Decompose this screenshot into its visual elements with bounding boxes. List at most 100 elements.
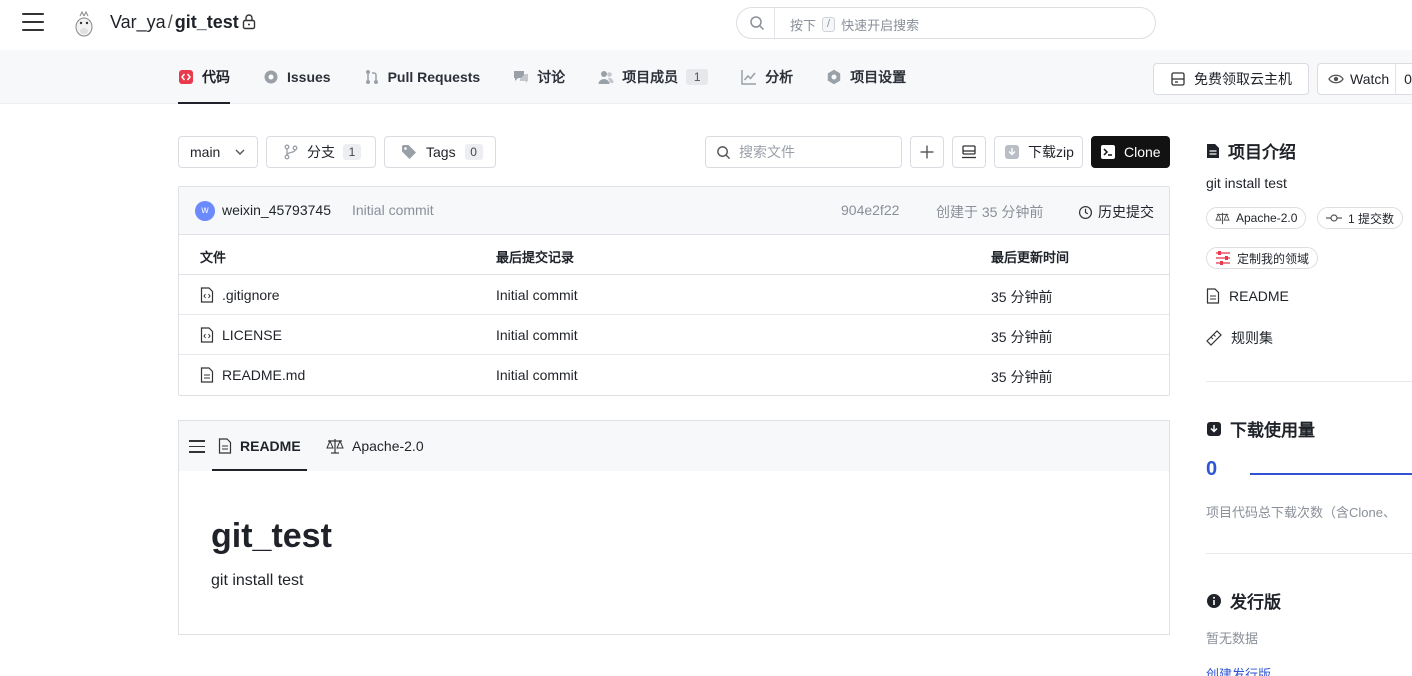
file-link[interactable]: README.md (200, 367, 305, 383)
rules-link[interactable]: 规则集 (1206, 328, 1273, 348)
commit-message[interactable]: Initial commit (352, 202, 434, 218)
tab-pull-requests[interactable]: Pull Requests (364, 50, 481, 104)
tags-count: 0 (464, 144, 483, 160)
branch-selector[interactable]: main (178, 136, 258, 168)
branches-count: 1 (343, 144, 361, 160)
file-table-header: 文件 最后提交记录 最后更新时间 (179, 235, 1169, 275)
tab-label: 分析 (765, 69, 794, 85)
tab-issues[interactable]: Issues (263, 50, 331, 104)
branches-button[interactable]: 分支 1 (266, 136, 376, 168)
document-filled-icon (1207, 143, 1219, 158)
commit-sha[interactable]: 904e2f22 (841, 202, 899, 218)
repo-nav-bar: 代码 Issues Pull Requests 讨论 项目成员 1 分析 项目设… (0, 50, 1412, 104)
lock-icon (242, 14, 256, 30)
tab-readme[interactable]: README (212, 421, 307, 471)
branch-icon (284, 144, 298, 160)
tags-button[interactable]: Tags 0 (384, 136, 496, 168)
search-icon (717, 145, 731, 159)
download-zip-button[interactable]: 下载zip (994, 136, 1083, 168)
commit-author-avatar[interactable]: w (195, 201, 215, 221)
tab-analytics[interactable]: 分析 (741, 50, 793, 104)
file-commit-message[interactable]: Initial commit (496, 367, 578, 383)
repo-tabs: 代码 Issues Pull Requests 讨论 项目成员 1 分析 项目设… (178, 50, 939, 104)
clone-button[interactable]: Clone (1091, 136, 1170, 168)
commits-pill[interactable]: 1 提交数 (1317, 207, 1404, 229)
download-icon (1005, 145, 1019, 159)
info-icon (1207, 593, 1221, 608)
tab-code[interactable]: 代码 (178, 50, 230, 104)
tab-settings[interactable]: 项目设置 (826, 50, 906, 104)
downloads-heading: 下载使用量 (1206, 416, 1315, 441)
tab-members[interactable]: 项目成员 1 (598, 50, 709, 104)
settings-icon (827, 69, 841, 85)
branches-label: 分支 (307, 144, 335, 160)
file-list: w weixin_45793745 Initial commit 904e2f2… (178, 186, 1170, 396)
download-zip-label: 下载zip (1028, 144, 1074, 160)
members-icon (598, 71, 614, 84)
pull-request-icon (365, 70, 378, 84)
tab-label: 代码 (202, 69, 230, 85)
tab-label: 讨论 (537, 69, 566, 85)
file-link[interactable]: LICENSE (200, 327, 282, 343)
readme-link[interactable]: README (1206, 288, 1289, 304)
history-icon (1078, 205, 1093, 219)
branch-name: main (190, 144, 221, 160)
add-file-button[interactable] (910, 136, 944, 168)
table-row: .gitignore Initial commit 35 分钟前 (179, 275, 1169, 315)
intro-heading: 项目介绍 (1206, 138, 1296, 163)
repo-path: Var_ya / git_test (110, 12, 239, 33)
main-menu-icon[interactable] (22, 13, 44, 33)
global-search-input[interactable]: 按下 / 快速开启搜索 (736, 7, 1156, 39)
shortcut-key: / (822, 17, 836, 32)
eye-icon (1328, 74, 1344, 84)
column-header-file: 文件 (200, 250, 227, 265)
readme-panel: README Apache-2.0 git_test git install t… (178, 420, 1170, 635)
repo-owner-link[interactable]: Var_ya (110, 12, 166, 32)
code-icon (179, 70, 193, 84)
license-pill[interactable]: Apache-2.0 (1206, 207, 1307, 229)
file-commit-message[interactable]: Initial commit (496, 287, 578, 303)
owner-avatar[interactable] (72, 10, 96, 38)
tags-label: Tags (426, 144, 456, 160)
table-row: README.md Initial commit 35 分钟前 (179, 355, 1169, 395)
downloads-description: 项目代码总下载次数（含Clone、 (1206, 505, 1396, 520)
file-search-input[interactable]: 搜索文件 (705, 136, 902, 168)
commit-author[interactable]: weixin_45793745 (222, 202, 331, 218)
free-cloud-host-button[interactable]: 免费领取云主机 (1153, 63, 1309, 95)
top-bar: Var_ya / git_test 按下 / 快速开启搜索 (0, 0, 1412, 48)
watch-label: Watch (1350, 71, 1390, 87)
tab-label: Issues (287, 69, 331, 85)
tab-license[interactable]: Apache-2.0 (326, 421, 424, 471)
commit-time: 创建于 35 分钟前 (936, 204, 1044, 220)
readme-title: git_test (211, 517, 332, 555)
file-updated-time: 35 分钟前 (991, 369, 1053, 385)
column-header-updated: 最后更新时间 (991, 250, 1070, 265)
file-updated-time: 35 分钟前 (991, 329, 1053, 345)
web-ide-button[interactable] (952, 136, 986, 168)
scale-icon (1215, 212, 1230, 224)
file-commit-message[interactable]: Initial commit (496, 327, 578, 343)
clone-label: Clone (1124, 144, 1161, 160)
column-header-last-commit: 最后提交记录 (496, 250, 575, 265)
latest-commit-bar: w weixin_45793745 Initial commit 904e2f2… (179, 187, 1169, 235)
sidebar-divider (1206, 553, 1412, 554)
tab-label: 项目成员 (622, 69, 679, 85)
search-placeholder: 按下 / 快速开启搜索 (790, 17, 920, 33)
tab-label: Pull Requests (387, 69, 481, 85)
repo-description: git install test (1206, 175, 1287, 191)
issues-icon (264, 70, 278, 84)
watch-button[interactable]: Watch 0 (1317, 63, 1412, 95)
readme-header: README Apache-2.0 (179, 421, 1169, 471)
tab-discussion[interactable]: 讨论 (513, 50, 565, 104)
outline-menu-icon[interactable] (189, 440, 205, 454)
custom-domain-pill[interactable]: 定制我的领域 (1206, 247, 1319, 269)
repo-name-link[interactable]: git_test (175, 12, 239, 32)
file-link[interactable]: .gitignore (200, 287, 280, 303)
tab-label: 项目设置 (850, 69, 907, 85)
commit-history-link[interactable]: 历史提交 (1078, 202, 1154, 222)
releases-empty-text: 暂无数据 (1206, 631, 1259, 646)
analytics-icon (741, 70, 757, 85)
members-count-badge: 1 (686, 69, 709, 85)
search-icon (750, 16, 765, 31)
create-release-link[interactable]: 创建发行版 (1206, 664, 1271, 676)
